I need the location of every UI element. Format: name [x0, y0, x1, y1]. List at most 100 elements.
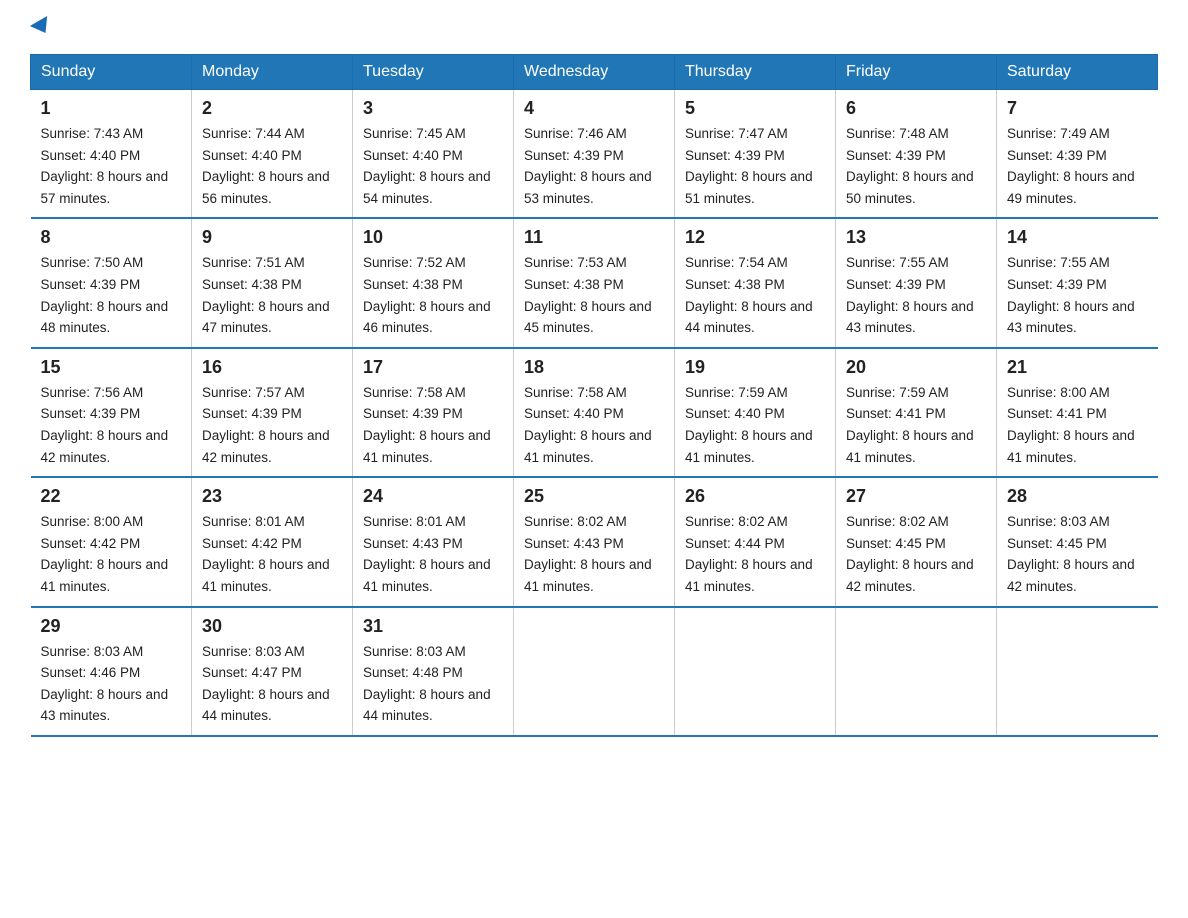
- day-number: 10: [363, 227, 503, 248]
- calendar-week-3: 15 Sunrise: 7:56 AMSunset: 4:39 PMDayligh…: [31, 348, 1158, 477]
- day-number: 5: [685, 98, 825, 119]
- day-info: Sunrise: 7:48 AMSunset: 4:39 PMDaylight:…: [846, 123, 986, 209]
- day-number: 28: [1007, 486, 1148, 507]
- calendar-cell: 21 Sunrise: 8:00 AMSunset: 4:41 PMDayligh…: [997, 348, 1158, 477]
- calendar-cell: 26 Sunrise: 8:02 AMSunset: 4:44 PMDayligh…: [675, 477, 836, 606]
- calendar-cell: 16 Sunrise: 7:57 AMSunset: 4:39 PMDayligh…: [192, 348, 353, 477]
- day-info: Sunrise: 7:43 AMSunset: 4:40 PMDaylight:…: [41, 123, 182, 209]
- calendar-header: SundayMondayTuesdayWednesdayThursdayFrid…: [31, 55, 1158, 90]
- day-number: 3: [363, 98, 503, 119]
- day-info: Sunrise: 8:03 AMSunset: 4:47 PMDaylight:…: [202, 641, 342, 727]
- calendar-cell: 25Sunrise: 8:02 AMSunset: 4:43 PMDayligh…: [514, 477, 675, 606]
- calendar-cell: 20Sunrise: 7:59 AMSunset: 4:41 PMDayligh…: [836, 348, 997, 477]
- day-number: 29: [41, 616, 182, 637]
- calendar-cell: [675, 607, 836, 736]
- calendar-cell: 28 Sunrise: 8:03 AMSunset: 4:45 PMDayligh…: [997, 477, 1158, 606]
- day-number: 30: [202, 616, 342, 637]
- day-info: Sunrise: 7:59 AMSunset: 4:40 PMDaylight:…: [685, 382, 825, 468]
- day-info: Sunrise: 8:02 AMSunset: 4:44 PMDaylight:…: [685, 511, 825, 597]
- calendar-cell: 18 Sunrise: 7:58 AMSunset: 4:40 PMDayligh…: [514, 348, 675, 477]
- day-number: 24: [363, 486, 503, 507]
- calendar-cell: 10 Sunrise: 7:52 AMSunset: 4:38 PMDayligh…: [353, 218, 514, 347]
- day-info: Sunrise: 7:49 AMSunset: 4:39 PMDaylight:…: [1007, 123, 1148, 209]
- day-number: 19: [685, 357, 825, 378]
- header-day-tuesday: Tuesday: [353, 55, 514, 90]
- day-number: 6: [846, 98, 986, 119]
- calendar-cell: 13 Sunrise: 7:55 AMSunset: 4:39 PMDayligh…: [836, 218, 997, 347]
- calendar-cell: 1 Sunrise: 7:43 AMSunset: 4:40 PMDaylight…: [31, 90, 192, 219]
- day-number: 16: [202, 357, 342, 378]
- day-number: 21: [1007, 357, 1148, 378]
- calendar-cell: [514, 607, 675, 736]
- header-day-sunday: Sunday: [31, 55, 192, 90]
- calendar-cell: 12 Sunrise: 7:54 AMSunset: 4:38 PMDayligh…: [675, 218, 836, 347]
- header-day-friday: Friday: [836, 55, 997, 90]
- day-info: Sunrise: 7:57 AMSunset: 4:39 PMDaylight:…: [202, 382, 342, 468]
- day-number: 20: [846, 357, 986, 378]
- day-number: 1: [41, 98, 182, 119]
- day-number: 13: [846, 227, 986, 248]
- header-day-monday: Monday: [192, 55, 353, 90]
- day-info: Sunrise: 8:02 AMSunset: 4:45 PMDaylight:…: [846, 511, 986, 597]
- day-number: 23: [202, 486, 342, 507]
- day-info: Sunrise: 8:00 AMSunset: 4:41 PMDaylight:…: [1007, 382, 1148, 468]
- day-info: Sunrise: 7:44 AMSunset: 4:40 PMDaylight:…: [202, 123, 342, 209]
- header-day-wednesday: Wednesday: [514, 55, 675, 90]
- day-info: Sunrise: 8:03 AMSunset: 4:48 PMDaylight:…: [363, 641, 503, 727]
- calendar-week-1: 1 Sunrise: 7:43 AMSunset: 4:40 PMDaylight…: [31, 90, 1158, 219]
- day-info: Sunrise: 8:01 AMSunset: 4:42 PMDaylight:…: [202, 511, 342, 597]
- calendar-cell: 27Sunrise: 8:02 AMSunset: 4:45 PMDayligh…: [836, 477, 997, 606]
- header-row: SundayMondayTuesdayWednesdayThursdayFrid…: [31, 55, 1158, 90]
- day-number: 9: [202, 227, 342, 248]
- calendar-cell: 31 Sunrise: 8:03 AMSunset: 4:48 PMDayligh…: [353, 607, 514, 736]
- day-info: Sunrise: 8:00 AMSunset: 4:42 PMDaylight:…: [41, 511, 182, 597]
- day-number: 17: [363, 357, 503, 378]
- calendar-cell: 5 Sunrise: 7:47 AMSunset: 4:39 PMDaylight…: [675, 90, 836, 219]
- calendar-cell: [997, 607, 1158, 736]
- day-number: 7: [1007, 98, 1148, 119]
- calendar-cell: 11Sunrise: 7:53 AMSunset: 4:38 PMDayligh…: [514, 218, 675, 347]
- calendar-cell: 6 Sunrise: 7:48 AMSunset: 4:39 PMDaylight…: [836, 90, 997, 219]
- header-day-saturday: Saturday: [997, 55, 1158, 90]
- day-info: Sunrise: 7:58 AMSunset: 4:39 PMDaylight:…: [363, 382, 503, 468]
- day-info: Sunrise: 7:51 AMSunset: 4:38 PMDaylight:…: [202, 252, 342, 338]
- day-info: Sunrise: 8:03 AMSunset: 4:45 PMDaylight:…: [1007, 511, 1148, 597]
- calendar-week-5: 29 Sunrise: 8:03 AMSunset: 4:46 PMDayligh…: [31, 607, 1158, 736]
- calendar-cell: 9 Sunrise: 7:51 AMSunset: 4:38 PMDaylight…: [192, 218, 353, 347]
- day-number: 4: [524, 98, 664, 119]
- calendar-cell: 3 Sunrise: 7:45 AMSunset: 4:40 PMDaylight…: [353, 90, 514, 219]
- calendar-cell: 14Sunrise: 7:55 AMSunset: 4:39 PMDayligh…: [997, 218, 1158, 347]
- day-number: 15: [41, 357, 182, 378]
- calendar-cell: 30 Sunrise: 8:03 AMSunset: 4:47 PMDayligh…: [192, 607, 353, 736]
- day-info: Sunrise: 7:55 AMSunset: 4:39 PMDaylight:…: [846, 252, 986, 338]
- day-info: Sunrise: 7:50 AMSunset: 4:39 PMDaylight:…: [41, 252, 182, 338]
- calendar-cell: 19 Sunrise: 7:59 AMSunset: 4:40 PMDayligh…: [675, 348, 836, 477]
- day-info: Sunrise: 7:47 AMSunset: 4:39 PMDaylight:…: [685, 123, 825, 209]
- day-number: 2: [202, 98, 342, 119]
- calendar-cell: 15 Sunrise: 7:56 AMSunset: 4:39 PMDayligh…: [31, 348, 192, 477]
- calendar-cell: 29 Sunrise: 8:03 AMSunset: 4:46 PMDayligh…: [31, 607, 192, 736]
- calendar-week-4: 22 Sunrise: 8:00 AMSunset: 4:42 PMDayligh…: [31, 477, 1158, 606]
- page-header: [30, 20, 1158, 34]
- day-info: Sunrise: 7:56 AMSunset: 4:39 PMDaylight:…: [41, 382, 182, 468]
- calendar-cell: 17 Sunrise: 7:58 AMSunset: 4:39 PMDayligh…: [353, 348, 514, 477]
- day-info: Sunrise: 8:03 AMSunset: 4:46 PMDaylight:…: [41, 641, 182, 727]
- day-number: 31: [363, 616, 503, 637]
- day-info: Sunrise: 7:58 AMSunset: 4:40 PMDaylight:…: [524, 382, 664, 468]
- day-info: Sunrise: 7:54 AMSunset: 4:38 PMDaylight:…: [685, 252, 825, 338]
- calendar-cell: 24Sunrise: 8:01 AMSunset: 4:43 PMDayligh…: [353, 477, 514, 606]
- day-number: 22: [41, 486, 182, 507]
- day-number: 14: [1007, 227, 1148, 248]
- day-number: 12: [685, 227, 825, 248]
- day-info: Sunrise: 7:46 AMSunset: 4:39 PMDaylight:…: [524, 123, 664, 209]
- day-info: Sunrise: 7:52 AMSunset: 4:38 PMDaylight:…: [363, 252, 503, 338]
- day-number: 25: [524, 486, 664, 507]
- calendar-cell: 22 Sunrise: 8:00 AMSunset: 4:42 PMDayligh…: [31, 477, 192, 606]
- day-info: Sunrise: 7:45 AMSunset: 4:40 PMDaylight:…: [363, 123, 503, 209]
- calendar-cell: [836, 607, 997, 736]
- calendar-cell: 8Sunrise: 7:50 AMSunset: 4:39 PMDaylight…: [31, 218, 192, 347]
- calendar-cell: 23 Sunrise: 8:01 AMSunset: 4:42 PMDayligh…: [192, 477, 353, 606]
- day-number: 26: [685, 486, 825, 507]
- day-number: 18: [524, 357, 664, 378]
- calendar-body: 1 Sunrise: 7:43 AMSunset: 4:40 PMDaylight…: [31, 90, 1158, 736]
